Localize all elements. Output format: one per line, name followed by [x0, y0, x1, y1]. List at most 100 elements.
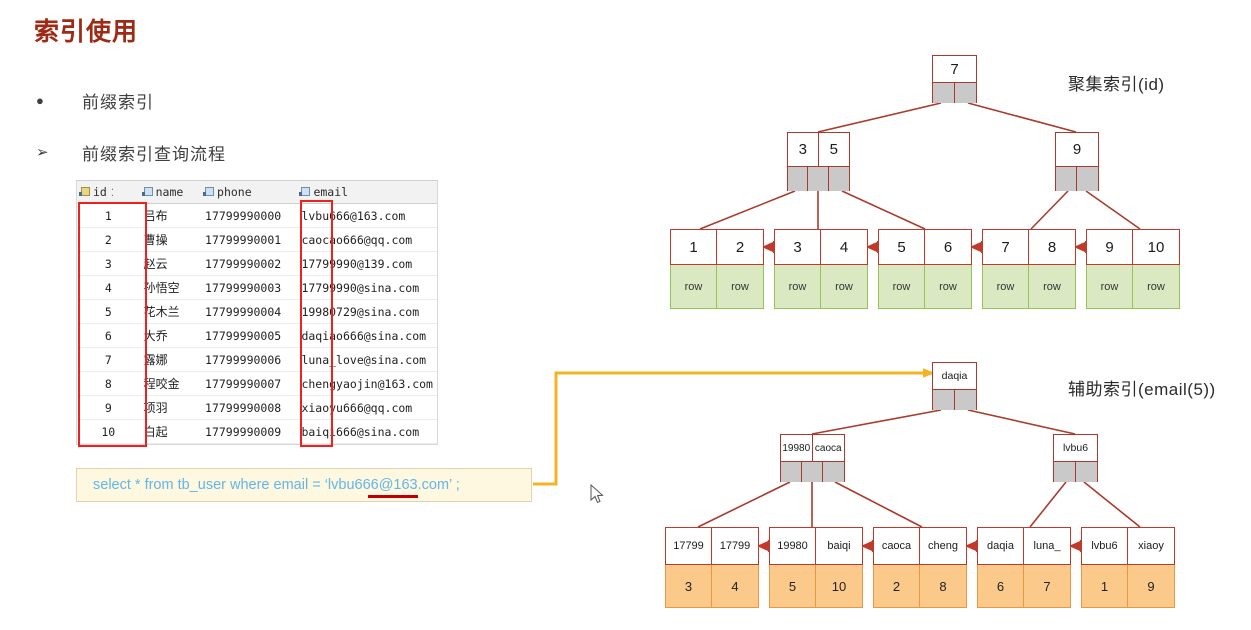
bullet-item-prefix-index: ● 前缀索引 — [36, 88, 154, 113]
node-pointer — [1054, 462, 1076, 482]
cell-phone: 17799990008 — [201, 395, 298, 420]
sql-statement-box: select * from tb_user where email = ‘lvb… — [76, 468, 532, 502]
secondary-internal-node-right: lvbu6 — [1053, 434, 1098, 482]
column-header-name[interactable]: name — [139, 181, 202, 204]
grid-column-icon — [141, 187, 153, 197]
cell-name: 孙悟空 — [139, 275, 202, 300]
cell-name: 露娜 — [139, 347, 202, 372]
node-key: 9 — [1056, 133, 1098, 166]
secondary-leaf-block: caoca cheng 2 8 — [873, 527, 967, 608]
bullet-arrow-icon: ➢ — [36, 144, 49, 161]
node-pointer — [801, 462, 823, 482]
node-key: caoca — [812, 435, 844, 461]
node-pointer — [781, 462, 802, 482]
cell-name: 赵云 — [139, 251, 202, 276]
secondary-leaf-block: 17799 17799 3 4 — [665, 527, 759, 608]
row-id-cell: 3 — [666, 565, 712, 607]
leaf-key: 5 — [879, 230, 925, 264]
leaf-key: xiaoy — [1138, 540, 1164, 552]
node-pointer — [954, 390, 976, 410]
leaf-key: 3 — [775, 230, 821, 264]
cell-name: 曹操 — [139, 227, 202, 252]
leaf-key: caoca — [874, 528, 920, 564]
cell-name: 大乔 — [139, 323, 202, 348]
secondary-leaf-block: lvbu6 xiaoy 1 9 — [1081, 527, 1175, 608]
cell-phone: 17799990006 — [201, 347, 298, 372]
row-data-cell: row — [671, 265, 717, 308]
row-id-cell: 5 — [770, 565, 816, 607]
row-id-cell: 6 — [978, 565, 1024, 607]
leaf-key: cheng — [928, 540, 958, 552]
highlight-box-id-column — [78, 202, 147, 447]
node-key: 19980 — [781, 435, 813, 461]
grid-column-icon — [203, 187, 215, 197]
leaf-key: lvbu6 — [1082, 528, 1128, 564]
cell-phone: 17799990001 — [201, 227, 298, 252]
sql-statement-text: select * from tb_user where email = ‘lvb… — [93, 477, 460, 493]
row-id-cell: 4 — [712, 565, 758, 607]
node-pointer — [933, 390, 955, 410]
row-data-cell: row — [821, 265, 867, 308]
leaf-key: 10 — [1147, 238, 1165, 256]
leaf-key: 9 — [1087, 230, 1133, 264]
clustered-leaf-block: 3 4 row row — [774, 229, 868, 309]
node-key: 7 — [933, 56, 976, 82]
node-pointer — [1075, 462, 1097, 482]
highlight-box-email-prefix — [300, 200, 333, 447]
node-pointer — [954, 83, 976, 103]
cell-phone: 17799990005 — [201, 323, 298, 348]
node-pointer — [808, 167, 829, 191]
cell-phone: 17799990004 — [201, 299, 298, 324]
table-header-row: id ⁚ name phone email — [77, 181, 437, 204]
cell-name: 项羽 — [139, 395, 202, 420]
clustered-internal-node-left: 3 5 — [787, 132, 850, 191]
cell-name: 吕布 — [139, 203, 202, 228]
row-data-cell: row — [717, 265, 763, 308]
row-id-cell: 10 — [816, 565, 862, 607]
bullet-label: 前缀索引查询流程 — [82, 145, 226, 164]
row-data-cell: row — [1029, 265, 1075, 308]
cell-name: 白起 — [139, 419, 202, 444]
column-header-id[interactable]: id ⁚ — [77, 181, 140, 204]
cell-phone: 17799990009 — [201, 419, 298, 444]
row-data-cell: row — [879, 265, 925, 308]
leaf-key: 4 — [839, 238, 849, 256]
mouse-cursor-icon — [590, 484, 604, 504]
node-key: 3 — [788, 133, 819, 166]
clustered-leaf-block: 9 10 row row — [1086, 229, 1180, 309]
node-key: daqia — [933, 363, 976, 389]
secondary-internal-node-left: 19980 caoca — [780, 434, 845, 482]
row-id-cell: 1 — [1082, 565, 1128, 607]
leaf-key: 2 — [735, 238, 745, 256]
cell-phone: 17799990003 — [201, 275, 298, 300]
bullet-item-query-flow: ➢ 前缀索引查询流程 — [36, 140, 226, 165]
row-data-cell: row — [775, 265, 821, 308]
node-key: lvbu6 — [1054, 435, 1097, 461]
secondary-index-label: 辅助索引(email(5)) — [1068, 380, 1216, 399]
sort-indicator-icon: ⁚ — [110, 188, 115, 199]
grid-column-icon — [299, 187, 311, 197]
secondary-root-node: daqia — [932, 362, 977, 410]
leaf-key: 6 — [943, 238, 953, 256]
clustered-leaf-block: 7 8 row row — [982, 229, 1076, 309]
row-id-cell: 2 — [874, 565, 920, 607]
column-header-phone[interactable]: phone — [201, 181, 298, 204]
leaf-key: 17799 — [719, 540, 751, 552]
leaf-key: baiqi — [827, 540, 851, 552]
node-pointer — [788, 167, 809, 191]
leaf-key: 8 — [1047, 238, 1057, 256]
node-pointer — [1077, 167, 1098, 191]
leaf-key: luna_ — [1033, 540, 1061, 552]
clustered-internal-node-right: 9 — [1055, 132, 1099, 191]
sql-prefix-underline — [368, 495, 418, 498]
row-id-cell: 8 — [920, 565, 966, 607]
leaf-key: daqia — [978, 528, 1024, 564]
row-data-cell: row — [983, 265, 1029, 308]
row-data-cell: row — [925, 265, 971, 308]
clustered-leaf-block: 5 6 row row — [878, 229, 972, 309]
cell-name: 程咬金 — [139, 371, 202, 396]
cell-phone: 17799990002 — [201, 251, 298, 276]
node-pointer — [1056, 167, 1077, 191]
node-pointer — [828, 167, 849, 191]
node-pointer — [933, 83, 955, 103]
